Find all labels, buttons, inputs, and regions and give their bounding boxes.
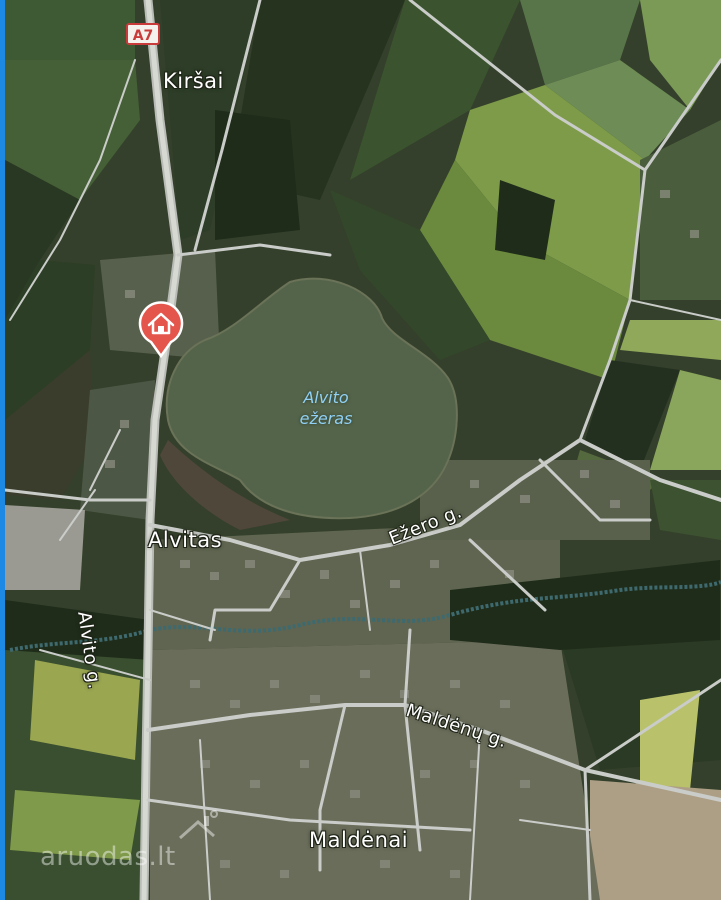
place-label-alvitas: Alvitas: [148, 528, 223, 552]
watermark-text: aruodas.lt: [40, 842, 176, 872]
side-accent-strip: [0, 0, 5, 900]
place-label-kirsai: Kiršai: [163, 69, 224, 93]
lake-label: Alvito ežeras: [286, 387, 366, 429]
highway-shield-a7: A7: [126, 23, 160, 45]
lake-label-line1: Alvito: [303, 388, 349, 407]
place-label-maldenai: Maldėnai: [309, 828, 409, 852]
map-view[interactable]: A7 Kiršai Alvitas Maldėnai Alvito g. Eže…: [0, 0, 721, 900]
satellite-map: [0, 0, 721, 900]
lake-label-line2: ežeras: [299, 409, 353, 428]
watermark-house-icon: [179, 810, 218, 840]
house-icon[interactable]: [136, 300, 186, 358]
